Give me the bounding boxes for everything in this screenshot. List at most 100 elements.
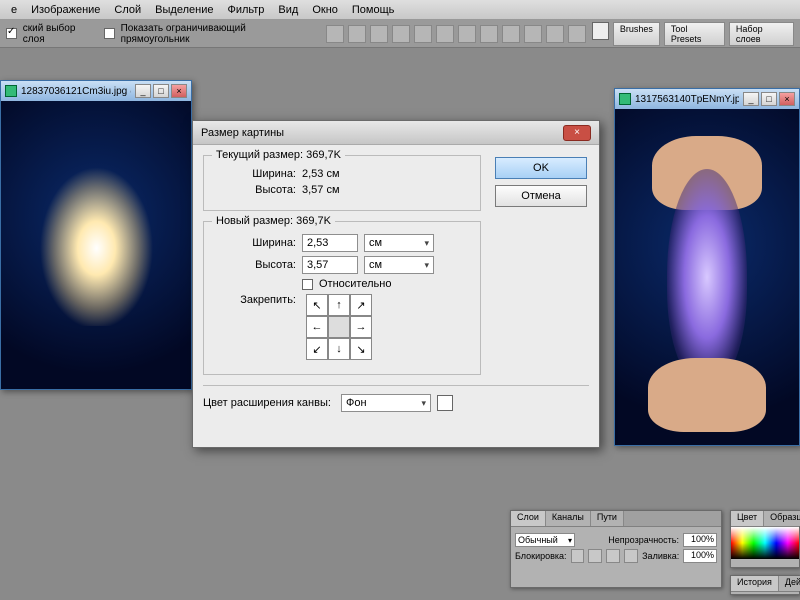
close-icon[interactable]: × (563, 125, 591, 141)
tab-layers[interactable]: Слои (511, 511, 546, 526)
align-icon[interactable] (436, 25, 454, 43)
tab-actions[interactable]: Дейс (779, 576, 800, 591)
width-input[interactable] (302, 234, 358, 252)
history-tabs: История Дейс (731, 576, 799, 592)
layers-tabs: Слои Каналы Пути (511, 511, 721, 527)
ok-button[interactable]: OK (495, 157, 587, 179)
lock-pixels-icon[interactable] (588, 549, 602, 563)
history-panel[interactable]: История Дейс (730, 575, 800, 595)
minimize-button[interactable]: _ (743, 92, 759, 106)
anchor-sw[interactable]: ↙ (306, 338, 328, 360)
extension-color-select[interactable]: Фон (341, 394, 431, 412)
cancel-button[interactable]: Отмена (495, 185, 587, 207)
color-ramp[interactable] (731, 527, 799, 559)
extension-color-swatch[interactable] (437, 395, 453, 411)
fill-input[interactable]: 100% (683, 549, 717, 563)
opacity-input[interactable]: 100% (683, 533, 717, 547)
document-canvas[interactable] (615, 109, 799, 445)
anchor-grid[interactable]: ↖↑↗ ← → ↙↓↘ (306, 294, 372, 360)
canvas-size-dialog: Размер картины × OK Отмена Текущий разме… (192, 120, 600, 448)
lock-position-icon[interactable] (606, 549, 620, 563)
menu-item[interactable]: е (11, 4, 17, 16)
align-icon[interactable] (326, 25, 344, 43)
menu-item[interactable]: Помощь (352, 4, 395, 16)
lock-transparency-icon[interactable] (571, 549, 585, 563)
tool-presets-tab[interactable]: Tool Presets (664, 22, 725, 46)
maximize-button[interactable]: □ (153, 84, 169, 98)
layer-set-tab[interactable]: Набор слоев (729, 22, 794, 46)
align-icon[interactable] (524, 25, 542, 43)
close-button[interactable]: × (171, 84, 187, 98)
anchor-se[interactable]: ↘ (350, 338, 372, 360)
height-label: Высота: (214, 259, 296, 271)
align-icon[interactable] (370, 25, 388, 43)
relative-label: Относительно (319, 278, 391, 290)
document-titlebar[interactable]: 1317563140TpENmY.jpg @ 100... _ □ × (615, 89, 799, 109)
document-titlebar[interactable]: 12837036121Cm3iu.jpg @ 100%... _ □ × (1, 81, 191, 101)
menu-item[interactable]: Фильтр (227, 4, 264, 16)
menu-item[interactable]: Изображение (31, 4, 100, 16)
auto-layer-label: ский выбор слоя (23, 23, 98, 45)
tab-history[interactable]: История (731, 576, 779, 591)
height-unit-select[interactable]: см (364, 256, 434, 274)
palette-well-icon[interactable] (592, 22, 609, 40)
auto-layer-checkbox[interactable] (6, 28, 17, 39)
height-input[interactable] (302, 256, 358, 274)
align-icon[interactable] (480, 25, 498, 43)
align-icon[interactable] (348, 25, 366, 43)
tab-swatches[interactable]: Образцы (764, 511, 800, 526)
dialog-title: Размер картины (201, 127, 563, 139)
minimize-button[interactable]: _ (135, 84, 151, 98)
color-panel[interactable]: Цвет Образцы (730, 510, 800, 568)
align-icon[interactable] (392, 25, 410, 43)
align-icons (326, 25, 586, 43)
blend-mode-select[interactable]: Обычный (515, 533, 575, 547)
color-tabs: Цвет Образцы (731, 511, 799, 527)
anchor-s[interactable]: ↓ (328, 338, 350, 360)
anchor-e[interactable]: → (350, 316, 372, 338)
tab-color[interactable]: Цвет (731, 511, 764, 526)
current-width: 2,53 см (302, 168, 362, 180)
tab-channels[interactable]: Каналы (546, 511, 591, 526)
align-icon[interactable] (546, 25, 564, 43)
maximize-button[interactable]: □ (761, 92, 777, 106)
show-bounds-label: Показать ограничивающий прямоугольник (121, 23, 312, 45)
width-unit-select[interactable]: см (364, 234, 434, 252)
show-bounds-checkbox[interactable] (104, 28, 115, 39)
current-size-group: Текущий размер: 369,7K Ширина:2,53 см Вы… (203, 155, 481, 211)
anchor-center[interactable] (328, 316, 350, 338)
extension-color-label: Цвет расширения канвы: (203, 397, 335, 409)
document-title: 12837036121Cm3iu.jpg @ 100%... (21, 86, 131, 97)
layers-panel[interactable]: Слои Каналы Пути Обычный Непрозрачность:… (510, 510, 722, 588)
document-window-right[interactable]: 1317563140TpENmY.jpg @ 100... _ □ × (614, 88, 800, 446)
new-size-legend: Новый размер: 369,7K (212, 215, 335, 227)
menu-item[interactable]: Окно (312, 4, 338, 16)
anchor-n[interactable]: ↑ (328, 294, 350, 316)
align-icon[interactable] (458, 25, 476, 43)
menu-item[interactable]: Вид (278, 4, 298, 16)
image-content (648, 358, 766, 432)
document-canvas[interactable] (1, 101, 191, 389)
document-window-left[interactable]: 12837036121Cm3iu.jpg @ 100%... _ □ × (0, 80, 192, 390)
relative-checkbox[interactable] (302, 279, 313, 290)
align-icon[interactable] (414, 25, 432, 43)
lock-all-icon[interactable] (624, 549, 638, 563)
fill-label: Заливка: (642, 551, 679, 561)
align-icon[interactable] (502, 25, 520, 43)
document-title: 1317563140TpENmY.jpg @ 100... (635, 94, 739, 105)
tab-paths[interactable]: Пути (591, 511, 624, 526)
close-button[interactable]: × (779, 92, 795, 106)
align-icon[interactable] (568, 25, 586, 43)
brushes-tab[interactable]: Brushes (613, 22, 660, 46)
dialog-titlebar[interactable]: Размер картины × (193, 121, 599, 145)
anchor-w[interactable]: ← (306, 316, 328, 338)
opacity-label: Непрозрачность: (579, 535, 679, 545)
anchor-label: Закрепить: (214, 294, 296, 306)
menu-item[interactable]: Выделение (155, 4, 213, 16)
height-label: Высота: (214, 184, 296, 196)
anchor-nw[interactable]: ↖ (306, 294, 328, 316)
menu-item[interactable]: Слой (114, 4, 141, 16)
anchor-ne[interactable]: ↗ (350, 294, 372, 316)
document-icon (619, 93, 631, 105)
current-size-legend: Текущий размер: 369,7K (212, 149, 345, 161)
